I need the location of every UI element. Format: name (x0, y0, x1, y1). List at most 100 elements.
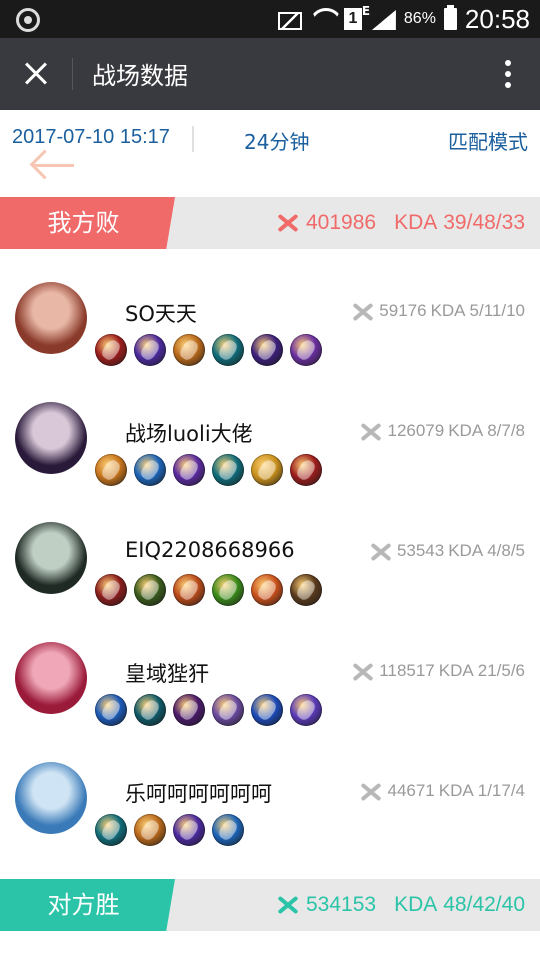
player-name: EIQ2208668966 (125, 538, 295, 562)
battery-percent: 86% (403, 10, 436, 27)
battery-icon (443, 5, 457, 30)
item-icon[interactable] (95, 334, 127, 366)
team-stats: 401986 KDA 39/48/33 (276, 197, 525, 249)
player-row[interactable]: EIQ2208668966 53543 KDA 4/8/5 (0, 522, 540, 642)
player-kda: 5/11/10 (469, 301, 525, 320)
item-icon[interactable] (290, 454, 322, 486)
app-header: 战场数据 (0, 38, 540, 110)
item-icon[interactable] (290, 694, 322, 726)
crossed-swords-icon (351, 300, 373, 322)
sim-icon: 1 (343, 8, 362, 30)
item-icon[interactable] (251, 334, 283, 366)
item-icon[interactable] (290, 334, 322, 366)
player-kda: 21/5/6 (477, 661, 525, 680)
item-icon[interactable] (212, 454, 244, 486)
player-name: SO天天 (125, 302, 197, 326)
item-icon[interactable] (290, 574, 322, 606)
player-kda: 1/17/4 (477, 781, 525, 800)
crossed-swords-icon (351, 660, 373, 682)
item-list (95, 454, 322, 486)
avatar (15, 522, 87, 594)
avatar (15, 402, 87, 474)
avatar (15, 282, 87, 354)
kda-label: KDA (448, 421, 484, 440)
team-result-tag: 我方败 (0, 197, 175, 249)
wifi-icon (310, 8, 336, 30)
player-name: 乐呵呵呵呵呵呵 (125, 782, 272, 806)
kda-label: KDA (448, 541, 484, 560)
match-duration: 24分钟 (244, 130, 310, 154)
item-icon[interactable] (95, 694, 127, 726)
item-icon[interactable] (212, 574, 244, 606)
avatar (15, 642, 87, 714)
item-list (95, 574, 322, 606)
crossed-swords-icon (369, 540, 391, 562)
player-stats: 118517 KDA 21/5/6 (351, 660, 525, 682)
player-row[interactable]: SO天天 59176 KDA 5/11/10 (0, 282, 540, 402)
more-vertical-icon[interactable] (504, 60, 512, 90)
player-stats: 59176 KDA 5/11/10 (351, 300, 525, 322)
item-icon[interactable] (173, 334, 205, 366)
team-score: 534153 (305, 893, 377, 916)
team-banner-enemy: 对方胜 534153 KDA 48/42/40 (0, 879, 540, 931)
crossed-swords-icon (359, 780, 381, 802)
kda-label: KDA (438, 781, 474, 800)
player-kda: 4/8/5 (487, 541, 525, 560)
signal-icon: E (362, 4, 396, 30)
item-icon[interactable] (95, 814, 127, 846)
item-icon[interactable] (134, 334, 166, 366)
player-row[interactable]: 皇域狴犴 118517 KDA 21/5/6 (0, 642, 540, 762)
player-score: 59176 (379, 301, 427, 320)
player-stats: 53543 KDA 4/8/5 (369, 540, 525, 562)
item-icon[interactable] (134, 814, 166, 846)
back-arrow-icon[interactable] (30, 150, 76, 180)
player-score: 44671 (387, 781, 435, 800)
match-mode: 匹配模式 (448, 130, 528, 154)
kda-label: KDA (430, 301, 466, 320)
item-icon[interactable] (134, 454, 166, 486)
player-stats: 126079 KDA 8/7/8 (359, 420, 525, 442)
item-icon[interactable] (95, 454, 127, 486)
player-score: 126079 (387, 421, 445, 440)
item-icon[interactable] (212, 814, 244, 846)
item-icon[interactable] (173, 574, 205, 606)
item-icon[interactable] (212, 694, 244, 726)
player-kda: 8/7/8 (487, 421, 525, 440)
crossed-swords-icon (276, 893, 300, 917)
status-bar: 1 E 86% 20:58 (0, 0, 540, 38)
match-info: 2017-07-10 15:17 24分钟 匹配模式 (0, 110, 540, 166)
item-icon[interactable] (95, 574, 127, 606)
item-icon[interactable] (251, 694, 283, 726)
mute-icon (276, 9, 302, 30)
kda-label: KDA (438, 661, 474, 680)
player-score: 118517 (379, 661, 435, 680)
item-icon[interactable] (134, 694, 166, 726)
player-name: 战场luoli大佬 (125, 422, 253, 446)
item-list (95, 694, 322, 726)
item-icon[interactable] (212, 334, 244, 366)
item-icon[interactable] (173, 694, 205, 726)
team-score: 401986 (305, 211, 377, 234)
header-divider (72, 58, 73, 90)
item-icon[interactable] (173, 814, 205, 846)
status-bar-right: 1 E 86% 20:58 (276, 0, 530, 38)
player-row[interactable]: 战场luoli大佬 126079 KDA 8/7/8 (0, 402, 540, 522)
player-stats: 44671 KDA 1/17/4 (359, 780, 525, 802)
info-divider (192, 126, 194, 152)
item-icon[interactable] (251, 574, 283, 606)
close-icon[interactable] (18, 58, 54, 90)
clock: 20:58 (464, 3, 530, 34)
page-title: 战场数据 (92, 62, 188, 90)
notification-settings-icon (16, 8, 40, 32)
team-banner-ours: 我方败 401986 KDA 39/48/33 (0, 197, 540, 249)
kda-label: KDA (394, 211, 438, 234)
item-icon[interactable] (251, 454, 283, 486)
kda-label: KDA (394, 893, 438, 916)
crossed-swords-icon (276, 211, 300, 235)
item-icon[interactable] (134, 574, 166, 606)
player-row[interactable]: 乐呵呵呵呵呵呵 44671 KDA 1/17/4 (0, 762, 540, 882)
avatar (15, 762, 87, 834)
crossed-swords-icon (359, 420, 381, 442)
item-icon[interactable] (173, 454, 205, 486)
team-kda: 48/42/40 (443, 893, 525, 916)
